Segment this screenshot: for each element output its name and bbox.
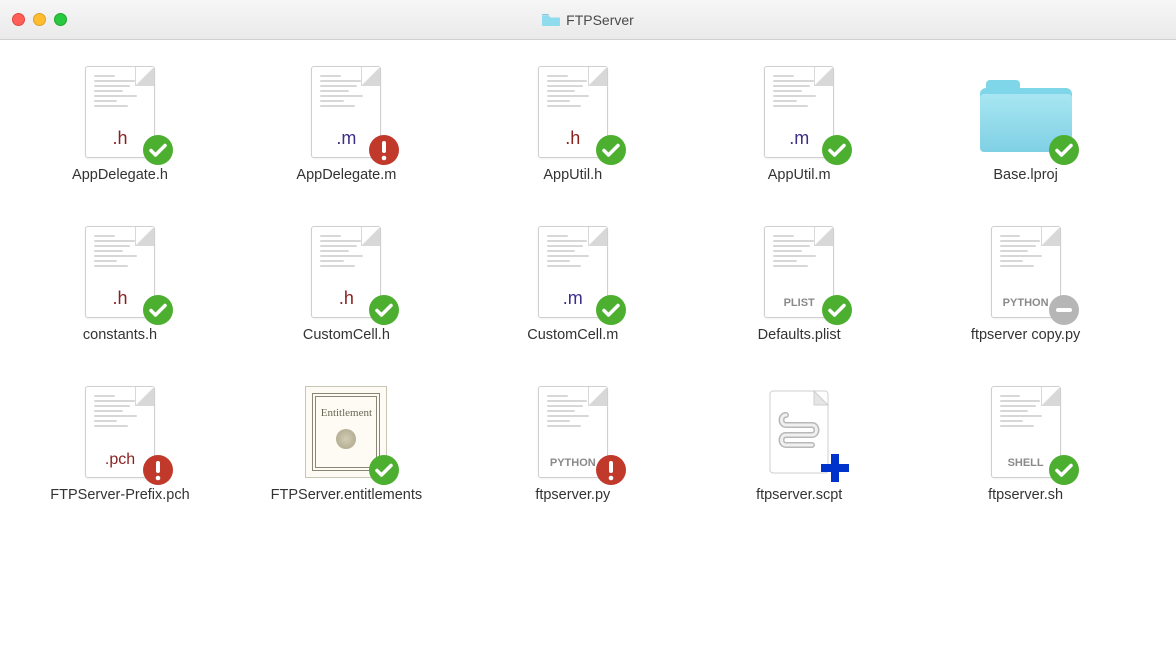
file-name-label: ftpserver copy.py (971, 326, 1080, 344)
file-grid: .h AppDelegate.h .m AppDelegate.m .h App… (0, 40, 1176, 528)
file-name-label: AppUtil.m (768, 166, 831, 184)
ignored-badge-icon (1048, 294, 1080, 326)
file-item[interactable]: SHELL ftpserver.sh (946, 384, 1106, 504)
checkmark-badge-icon (142, 134, 174, 166)
file-name-label: AppDelegate.m (296, 166, 396, 184)
file-name-label: constants.h (83, 326, 157, 344)
file-icon-wrap: .m (525, 224, 621, 320)
modified-badge-icon (595, 454, 627, 486)
file-name-label: ftpserver.scpt (756, 486, 842, 504)
checkmark-badge-icon (595, 294, 627, 326)
file-name-label: CustomCell.h (303, 326, 390, 344)
file-item[interactable]: .pch FTPServer-Prefix.pch (40, 384, 200, 504)
file-item[interactable]: .h AppDelegate.h (40, 64, 200, 184)
folder-icon (542, 13, 560, 27)
file-item[interactable]: PYTHON ftpserver copy.py (946, 224, 1106, 344)
file-name-label: AppDelegate.h (72, 166, 168, 184)
file-name-label: ftpserver.py (535, 486, 610, 504)
file-icon-wrap: PLIST (751, 224, 847, 320)
checkmark-badge-icon (368, 454, 400, 486)
file-name-label: FTPServer-Prefix.pch (50, 486, 189, 504)
file-item[interactable]: .m CustomCell.m (493, 224, 653, 344)
file-icon-wrap: .m (751, 64, 847, 160)
checkmark-badge-icon (1048, 134, 1080, 166)
file-icon-wrap: Entitlement (298, 384, 394, 480)
file-item[interactable]: .h constants.h (40, 224, 200, 344)
zoom-button[interactable] (54, 13, 67, 26)
checkmark-badge-icon (368, 294, 400, 326)
file-icon-wrap: PYTHON (525, 384, 621, 480)
file-item[interactable]: .m AppDelegate.m (266, 64, 426, 184)
window-title: FTPServer (566, 12, 634, 28)
file-icon-wrap: .h (72, 224, 168, 320)
window-titlebar: FTPServer (0, 0, 1176, 40)
file-item[interactable]: PYTHON ftpserver.py (493, 384, 653, 504)
file-name-label: ftpserver.sh (988, 486, 1063, 504)
file-icon-wrap: .h (298, 224, 394, 320)
close-button[interactable] (12, 13, 25, 26)
file-name-label: FTPServer.entitlements (271, 486, 423, 504)
file-icon-wrap: .h (525, 64, 621, 160)
traffic-lights (12, 13, 67, 26)
file-item[interactable]: Base.lproj (946, 64, 1106, 184)
file-icon-wrap: .h (72, 64, 168, 160)
file-item[interactable]: .h CustomCell.h (266, 224, 426, 344)
file-icon-wrap: SHELL (978, 384, 1074, 480)
file-icon-wrap (978, 64, 1074, 160)
file-name-label: AppUtil.h (543, 166, 602, 184)
file-name-label: CustomCell.m (527, 326, 618, 344)
checkmark-badge-icon (821, 294, 853, 326)
modified-badge-icon (142, 454, 174, 486)
file-name-label: Base.lproj (993, 166, 1057, 184)
file-item[interactable]: PLIST Defaults.plist (719, 224, 879, 344)
minimize-button[interactable] (33, 13, 46, 26)
plus-badge-icon (817, 450, 853, 486)
checkmark-badge-icon (142, 294, 174, 326)
file-item[interactable]: ftpserver.scpt (719, 384, 879, 504)
file-name-label: Defaults.plist (758, 326, 841, 344)
file-icon-wrap (751, 384, 847, 480)
checkmark-badge-icon (595, 134, 627, 166)
file-item[interactable]: Entitlement FTPServer.entitlements (266, 384, 426, 504)
file-item[interactable]: .h AppUtil.h (493, 64, 653, 184)
file-icon-wrap: PYTHON (978, 224, 1074, 320)
checkmark-badge-icon (1048, 454, 1080, 486)
modified-badge-icon (368, 134, 400, 166)
file-item[interactable]: .m AppUtil.m (719, 64, 879, 184)
file-icon-wrap: .m (298, 64, 394, 160)
file-icon-wrap: .pch (72, 384, 168, 480)
checkmark-badge-icon (821, 134, 853, 166)
